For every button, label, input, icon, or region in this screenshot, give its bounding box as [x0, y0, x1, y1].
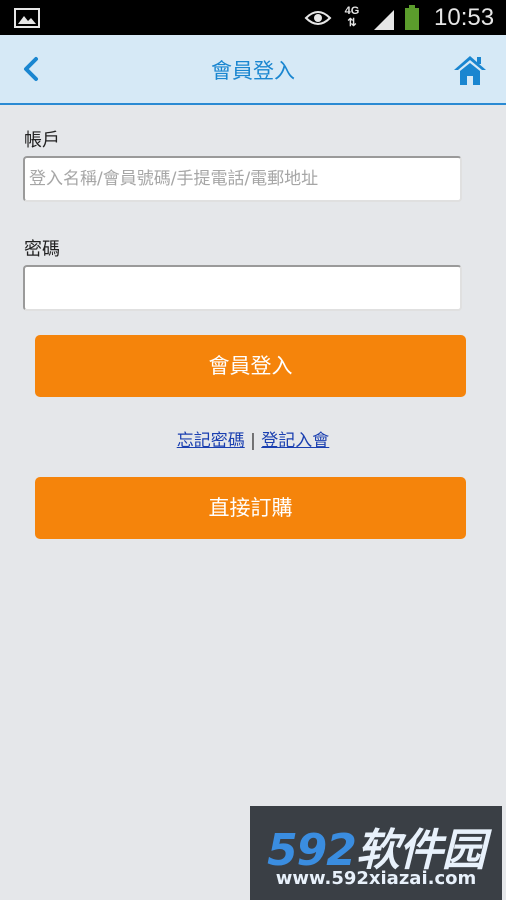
login-button[interactable]: 會員登入 [35, 335, 466, 397]
network-indicator: 4G ⇅ [343, 5, 361, 31]
status-bar: 4G ⇅ 10:53 [0, 0, 506, 35]
network-type-label: 4G [344, 5, 360, 17]
forgot-password-link[interactable]: 忘記密碼 [177, 431, 245, 451]
direct-order-button[interactable]: 直接訂購 [35, 477, 466, 539]
register-link[interactable]: 登記入會 [261, 431, 329, 451]
account-input[interactable] [23, 156, 462, 202]
signal-icon [374, 10, 394, 30]
link-separator: | [250, 431, 256, 451]
watermark: 592软件园 www.592xiazai.com [250, 806, 502, 900]
network-arrows-icon: ⇅ [347, 17, 357, 29]
home-icon[interactable] [452, 53, 488, 87]
watermark-url: www.592xiazai.com [275, 868, 477, 889]
image-icon [14, 8, 40, 28]
eye-icon [304, 11, 332, 25]
app-header: 會員登入 [0, 35, 506, 105]
account-label: 帳戶 [24, 130, 60, 151]
battery-icon [405, 5, 419, 30]
account-links: 忘記密碼 | 登記入會 [0, 426, 506, 451]
password-label: 密碼 [24, 239, 60, 260]
clock: 10:53 [434, 4, 495, 31]
password-input[interactable] [23, 265, 462, 311]
page-title: 會員登入 [211, 59, 295, 83]
